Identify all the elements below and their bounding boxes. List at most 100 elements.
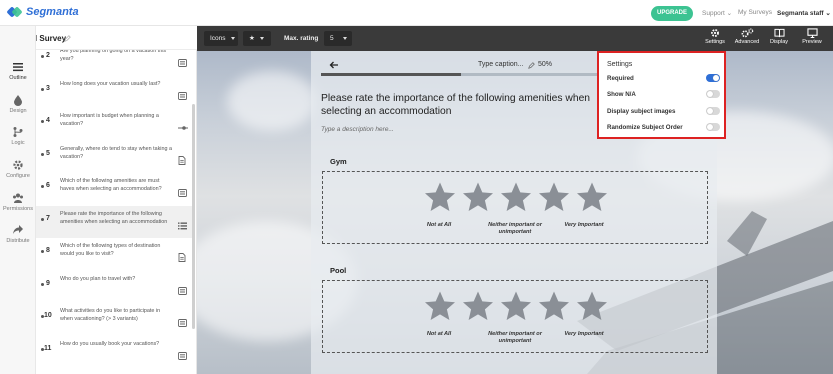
question-item-6[interactable]: 6 Which of the following amenities are mu… <box>36 173 194 205</box>
progress-percent: 50% <box>538 61 553 68</box>
question-number: 7 <box>46 215 50 222</box>
star-icon[interactable] <box>424 181 456 218</box>
toolbar-preview-button[interactable]: Preview <box>797 28 827 45</box>
drag-handle-icon[interactable] <box>41 250 44 253</box>
icon-style-dropdown[interactable]: ★ <box>243 31 271 46</box>
description-input[interactable]: Type a description here... <box>321 126 394 133</box>
tool-label: Advanced <box>734 39 760 45</box>
question-item-4[interactable]: 4 How important is budget when planning a… <box>36 108 194 140</box>
edit-title-icon[interactable] <box>64 35 71 42</box>
question-number: 6 <box>46 182 50 189</box>
list-rate-icon <box>178 217 187 230</box>
nav-outline[interactable]: Outline <box>0 61 36 81</box>
pencil-icon[interactable] <box>528 62 535 69</box>
support-label: Support <box>702 10 725 17</box>
nav-logic[interactable]: Logic <box>0 126 36 146</box>
star-rating[interactable] <box>424 181 608 218</box>
drag-handle-icon[interactable] <box>41 88 44 91</box>
drag-handle-icon[interactable] <box>41 55 44 58</box>
setting-toggle[interactable] <box>706 74 720 82</box>
icons-dropdown-label: Icons <box>210 35 226 42</box>
question-item-10[interactable]: 10 What activities do you like to partici… <box>36 303 194 335</box>
choice-icon <box>178 347 187 360</box>
choice-icon <box>178 54 187 67</box>
caption-input[interactable]: Type caption... <box>478 61 524 68</box>
scale-label-low: Not at All <box>426 222 452 228</box>
icons-dropdown[interactable]: Icons <box>204 31 238 46</box>
question-item-7[interactable]: 7 Please rate the importance of the follo… <box>36 206 194 238</box>
toolbar-settings-button[interactable]: Settings <box>700 28 730 45</box>
question-title: What activities do you like to participa… <box>60 308 161 322</box>
star-icon[interactable] <box>576 181 608 218</box>
caret-down-icon <box>230 36 235 40</box>
nav-design[interactable]: Design <box>0 94 36 114</box>
star-rating[interactable] <box>424 290 608 327</box>
question-item-5[interactable]: 5 Generally, where do tend to stay when t… <box>36 141 194 173</box>
star-icon[interactable] <box>538 290 570 327</box>
support-menu[interactable]: Support ⌄ <box>702 9 732 17</box>
drag-handle-icon[interactable] <box>41 185 44 188</box>
star-icon[interactable] <box>462 181 494 218</box>
toolbar-advanced-button[interactable]: Advanced <box>732 28 762 45</box>
nav-distribute[interactable]: Distribute <box>0 224 36 244</box>
toolbar-display-button[interactable]: Display <box>764 28 794 45</box>
setting-label: Show N/A <box>607 91 636 98</box>
setting-toggle[interactable] <box>706 90 720 98</box>
question-item-3[interactable]: 3 How long does your vacation usually las… <box>36 76 194 108</box>
question-number: 10 <box>44 312 52 319</box>
question-item-2[interactable]: 2 Are you planning on going on a vacation… <box>36 50 194 75</box>
star-icon[interactable] <box>576 290 608 327</box>
question-title: Which of the following types of destinat… <box>60 243 161 257</box>
nav-configure[interactable]: Configure <box>0 159 36 179</box>
star-icon[interactable] <box>500 290 532 327</box>
nav-label: Logic <box>11 140 25 146</box>
star-icon[interactable] <box>538 181 570 218</box>
question-title: Generally, where do tend to stay when ta… <box>60 146 172 160</box>
gear-icon <box>711 29 719 37</box>
upgrade-button[interactable]: UPGRADE <box>651 6 693 21</box>
rating-area: Not at All Neither important or unimporta… <box>322 171 708 244</box>
drag-handle-icon[interactable] <box>41 283 44 286</box>
slider-icon <box>178 119 188 130</box>
scale-label-low: Not at All <box>426 331 452 337</box>
choice-icon <box>178 87 187 100</box>
setting-toggle[interactable] <box>706 123 720 131</box>
setting-label: Randomize Subject Order <box>607 124 683 131</box>
gears-icon <box>741 28 753 38</box>
subject-label[interactable]: Gym <box>330 157 347 166</box>
setting-label: Required <box>607 75 634 82</box>
question-list: 2 Are you planning on going on a vacation… <box>36 50 197 374</box>
user-menu[interactable]: Segmanta staff ⌄ <box>777 9 831 17</box>
question-text[interactable]: Please rate the importance of the follow… <box>321 92 599 118</box>
question-title: Who do you plan to travel with? <box>60 276 136 282</box>
app-logo[interactable]: Segmanta <box>6 5 79 19</box>
my-surveys-link[interactable]: My Surveys <box>738 9 772 16</box>
subject-label[interactable]: Pool <box>330 266 346 275</box>
question-item-8[interactable]: 8 Which of the following types of destina… <box>36 238 194 270</box>
branch-icon <box>13 127 23 137</box>
question-number: 4 <box>46 117 50 124</box>
star-icon[interactable] <box>462 290 494 327</box>
star-icon[interactable] <box>424 290 456 327</box>
back-arrow-icon[interactable] <box>329 61 339 69</box>
chevron-down-icon: ⌄ <box>726 10 733 17</box>
top-bar: Segmanta UPGRADE Support ⌄ My Surveys Se… <box>0 0 833 26</box>
toggle-knob <box>707 108 713 114</box>
max-rating-dropdown[interactable]: 5 <box>324 31 352 46</box>
question-number: 3 <box>46 85 50 92</box>
drag-handle-icon[interactable] <box>41 120 44 123</box>
question-item-9[interactable]: 9 Who do you plan to travel with? <box>36 271 194 303</box>
tool-label: Preview <box>802 39 822 45</box>
setting-toggle[interactable] <box>706 107 720 115</box>
nav-permissions[interactable]: Permissions <box>0 192 36 212</box>
drag-handle-icon[interactable] <box>41 218 44 221</box>
max-rating-label: Max. rating <box>284 35 319 42</box>
question-item-11[interactable]: 11 How do you usually book your vacations… <box>36 336 194 368</box>
people-icon <box>13 193 23 203</box>
drag-handle-icon[interactable] <box>41 153 44 156</box>
question-number: 11 <box>44 345 52 352</box>
doc-icon <box>178 152 187 165</box>
question-list-scrollbar[interactable] <box>192 104 195 329</box>
gear-icon <box>13 160 23 170</box>
star-icon[interactable] <box>500 181 532 218</box>
